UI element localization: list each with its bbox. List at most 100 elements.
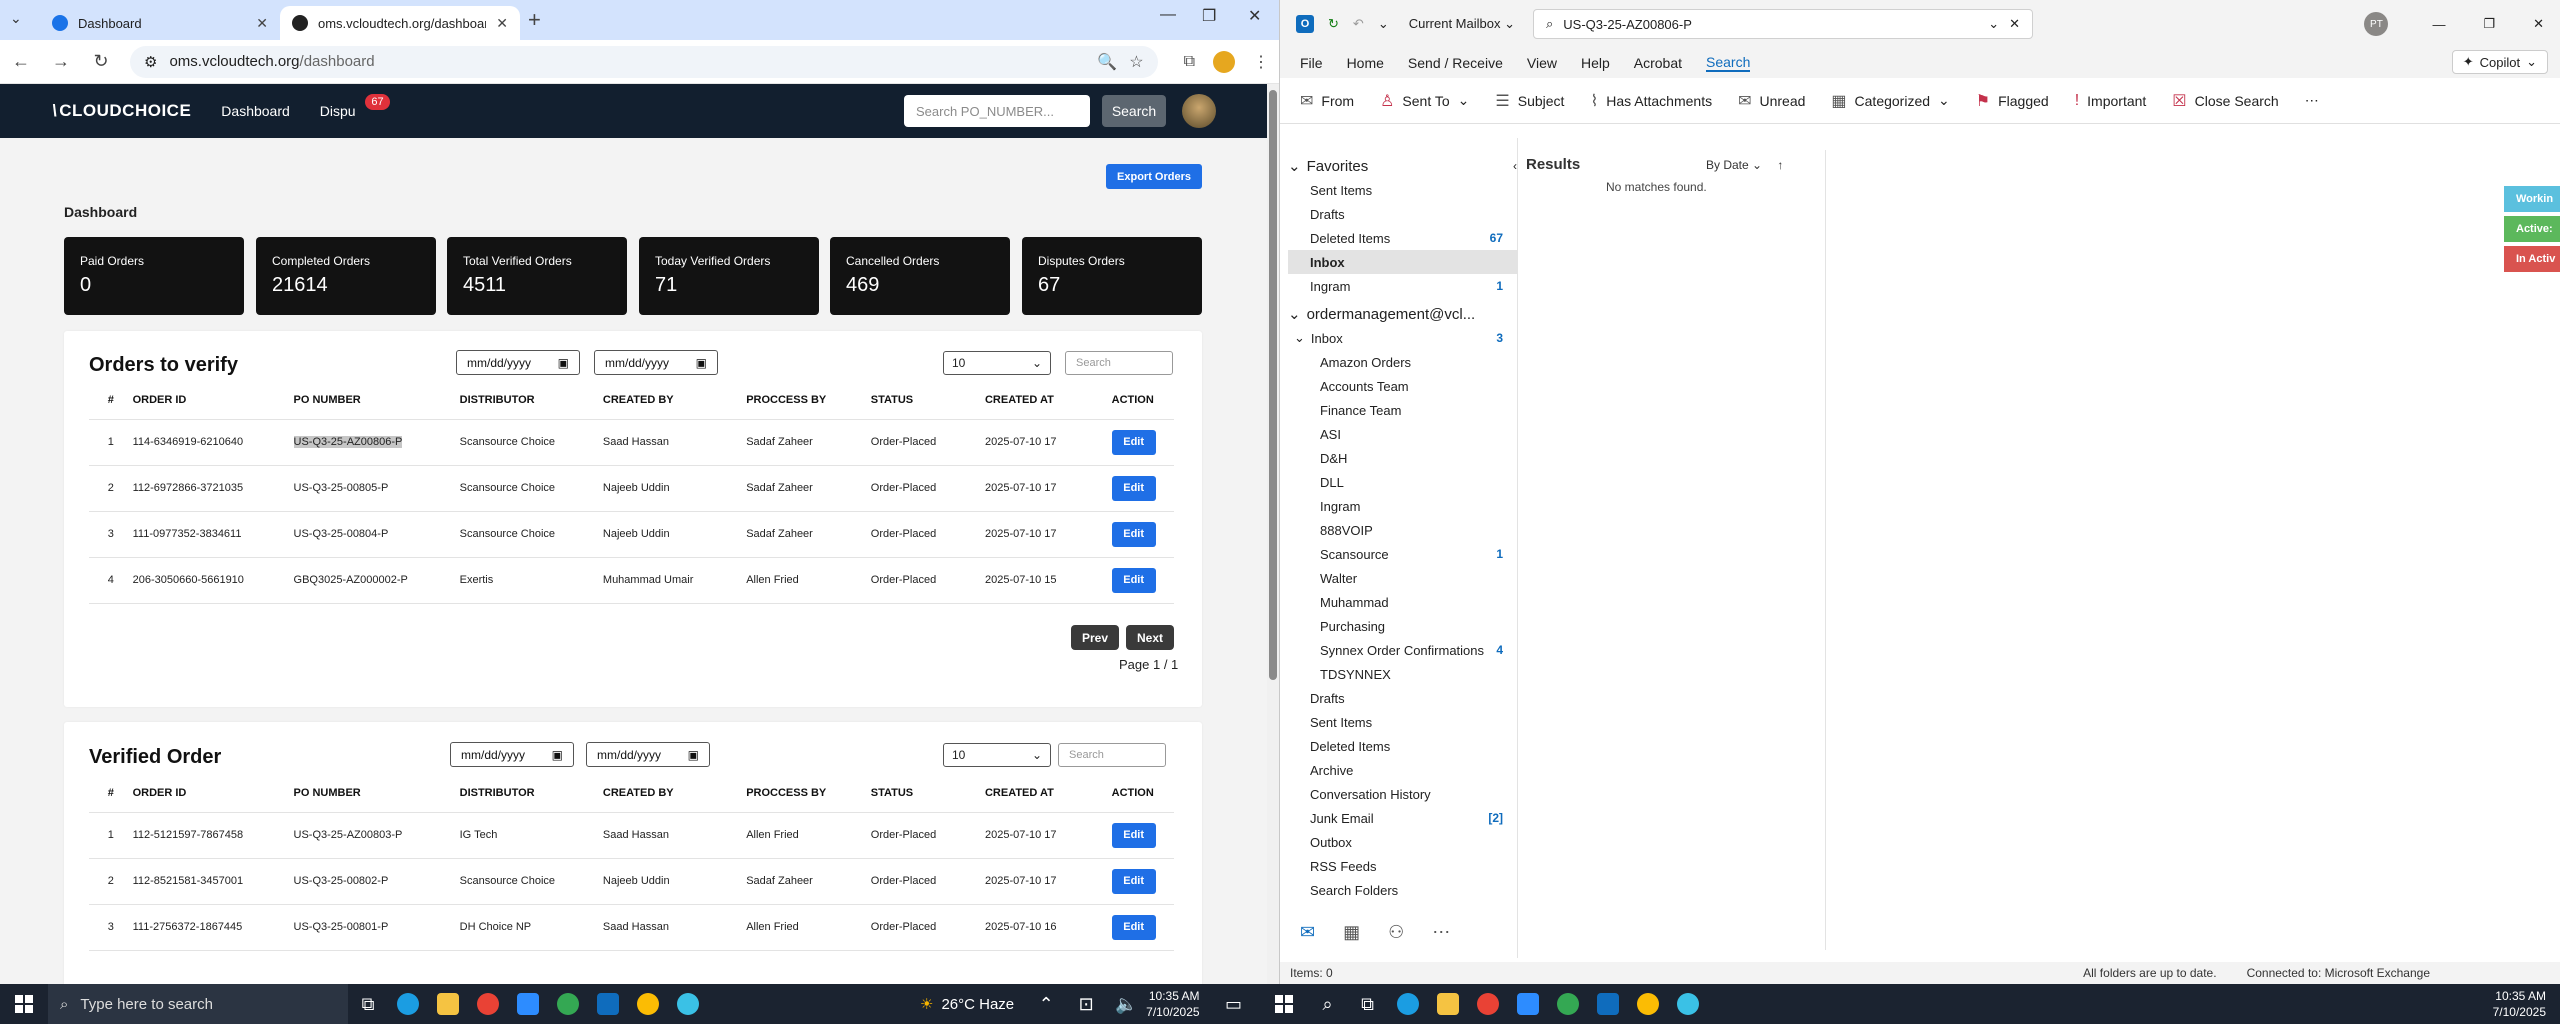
- edit-button[interactable]: Edit: [1111, 567, 1156, 593]
- ribbon-categorized-button[interactable]: ▦ Categorized ⌄: [1831, 91, 1949, 111]
- column-header[interactable]: PROCCESS BY: [746, 774, 871, 813]
- column-header[interactable]: PO NUMBER: [293, 774, 460, 813]
- weather-widget[interactable]: ☀ 26°C Haze: [908, 995, 1026, 1014]
- page-size-select[interactable]: 10 ⌄: [943, 351, 1051, 375]
- start-button[interactable]: [1260, 984, 1308, 1024]
- volume-icon[interactable]: 🔈: [1106, 984, 1146, 1024]
- folder-synnex-order-confirmations[interactable]: Synnex Order Confirmations 4: [1288, 638, 1517, 662]
- undo-icon[interactable]: ↶: [1353, 16, 1364, 32]
- edit-button[interactable]: Edit: [1111, 521, 1156, 547]
- edge-icon[interactable]: [388, 984, 428, 1024]
- chrome-icon[interactable]: [1628, 984, 1668, 1024]
- folder-ingram[interactable]: Ingram 1: [1288, 274, 1517, 298]
- export-orders-button[interactable]: Export Orders: [1106, 164, 1202, 189]
- zoom-icon[interactable]: [1508, 984, 1548, 1024]
- more-options-icon[interactable]: ⋯: [2305, 92, 2319, 109]
- taskbar-search-input[interactable]: ⌕ Type here to search: [48, 984, 348, 1024]
- menu-acrobat[interactable]: Acrobat: [1634, 55, 1682, 71]
- folder-inbox[interactable]: Inbox: [1288, 250, 1517, 274]
- start-button[interactable]: [0, 984, 48, 1024]
- forward-arrow-icon[interactable]: →: [50, 51, 72, 72]
- minimize-icon[interactable]: —: [1160, 6, 1176, 24]
- window-close-icon[interactable]: ✕: [2533, 16, 2544, 32]
- folder-purchasing[interactable]: Purchasing: [1288, 614, 1517, 638]
- people-icon[interactable]: ⚇: [1388, 922, 1404, 943]
- chrome-icon[interactable]: [1548, 984, 1588, 1024]
- taskbar-clock[interactable]: 10:35 AM 7/10/2025: [2493, 988, 2560, 1020]
- chrome-icon[interactable]: [468, 984, 508, 1024]
- to-date-input[interactable]: mm/dd/yyyy ▣: [594, 350, 718, 375]
- page-scrollbar[interactable]: [1267, 84, 1279, 984]
- folder-search-folders[interactable]: Search Folders: [1288, 878, 1517, 902]
- ribbon-sent-to-button[interactable]: ♙ Sent To ⌄: [1380, 91, 1469, 111]
- side-tag-inactive[interactable]: In Activ: [2504, 246, 2560, 272]
- close-icon[interactable]: ✕: [2009, 16, 2020, 32]
- from-date-input[interactable]: mm/dd/yyyy ▣: [456, 350, 580, 375]
- folder-drafts[interactable]: Drafts: [1288, 202, 1517, 226]
- tab-dashboard[interactable]: Dashboard ✕: [40, 6, 280, 40]
- column-header[interactable]: ACTION: [1111, 774, 1174, 813]
- folder-deleted-items[interactable]: Deleted Items 67: [1288, 226, 1517, 250]
- column-header[interactable]: CREATED AT: [984, 774, 1112, 813]
- scrollbar-thumb[interactable]: [1269, 90, 1277, 680]
- outlook-icon[interactable]: [588, 984, 628, 1024]
- more-apps-icon[interactable]: ⋯: [1432, 922, 1450, 943]
- folder-conversation-history[interactable]: Conversation History: [1288, 782, 1517, 806]
- file-explorer-icon[interactable]: [428, 984, 468, 1024]
- ribbon-subject-button[interactable]: ☰ Subject: [1495, 91, 1564, 111]
- column-header[interactable]: PO NUMBER: [293, 381, 460, 420]
- mail-search-input[interactable]: ⌕ US-Q3-25-AZ00806-P ⌄ ✕: [1533, 9, 2033, 39]
- folder-sent-items[interactable]: Sent Items: [1288, 178, 1517, 202]
- maximize-icon[interactable]: ❐: [1202, 6, 1216, 26]
- table-search-input[interactable]: Search: [1065, 351, 1173, 375]
- task-view-icon[interactable]: ⧉: [1348, 984, 1388, 1024]
- taskbar-clock[interactable]: 10:35 AM 7/10/2025: [1146, 988, 1213, 1020]
- profile-avatar[interactable]: [1213, 50, 1235, 73]
- copilot-button[interactable]: ✦ Copilot ⌄: [2451, 50, 2548, 74]
- user-avatar[interactable]: [1182, 94, 1216, 128]
- folder-muhammad[interactable]: Muhammad: [1288, 590, 1517, 614]
- folder-outbox[interactable]: Outbox: [1288, 830, 1517, 854]
- folder-deleted-items[interactable]: Deleted Items: [1288, 734, 1517, 758]
- folder-walter[interactable]: Walter: [1288, 566, 1517, 590]
- collapse-pane-icon[interactable]: ‹: [1513, 159, 1517, 173]
- menu-file[interactable]: File: [1300, 55, 1323, 71]
- tray-chevron-up-icon[interactable]: ⌃: [1026, 984, 1066, 1024]
- side-tag-active[interactable]: Active:: [2504, 216, 2560, 242]
- close-icon[interactable]: ✕: [256, 15, 268, 32]
- sort-by-date[interactable]: By Date ⌄ ↑: [1706, 158, 1783, 172]
- column-header[interactable]: PROCCESS BY: [746, 381, 871, 420]
- minimize-icon[interactable]: —: [2432, 17, 2445, 32]
- nav-dashboard-link[interactable]: Dashboard: [221, 103, 290, 119]
- nav-disputes-link[interactable]: Dispu 67: [320, 94, 390, 119]
- from-date-input[interactable]: mm/dd/yyyy ▣: [450, 742, 574, 767]
- edit-button[interactable]: Edit: [1111, 868, 1156, 894]
- menu-help[interactable]: Help: [1581, 55, 1610, 71]
- quick-access-chevron-icon[interactable]: ⌄: [1378, 16, 1389, 32]
- sort-arrow-up-icon[interactable]: ↑: [1777, 158, 1783, 172]
- folder-sent-items[interactable]: Sent Items: [1288, 710, 1517, 734]
- column-header[interactable]: #: [89, 774, 133, 813]
- extensions-icon[interactable]: ⧉: [1184, 53, 1195, 71]
- column-header[interactable]: STATUS: [870, 774, 985, 813]
- folder-junk-email[interactable]: Junk Email [2]: [1288, 806, 1517, 830]
- folder-tdsynnex[interactable]: TDSYNNEX: [1288, 662, 1517, 686]
- search-icon[interactable]: ⌕: [1308, 984, 1348, 1024]
- ribbon-important-button[interactable]: ! Important: [2075, 92, 2147, 110]
- column-header[interactable]: DISTRIBUTOR: [459, 381, 603, 420]
- address-bar[interactable]: ⚙ oms.vcloudtech.org/dashboard 🔍 ☆: [130, 45, 1158, 78]
- new-tab-plus-icon[interactable]: +: [528, 7, 541, 33]
- chrome-icon[interactable]: [1468, 984, 1508, 1024]
- notification-icon[interactable]: ▭: [1214, 984, 1254, 1024]
- folder-accounts-team[interactable]: Accounts Team: [1288, 374, 1517, 398]
- ribbon-close-search-button[interactable]: ☒ Close Search: [2172, 91, 2278, 111]
- calendar-icon[interactable]: ▦: [1343, 922, 1360, 943]
- column-header[interactable]: #: [89, 381, 133, 420]
- app-icon[interactable]: [668, 984, 708, 1024]
- ribbon-from-button[interactable]: ✉ From: [1300, 91, 1354, 111]
- folder-asi[interactable]: ASI: [1288, 422, 1517, 446]
- column-header[interactable]: ORDER ID: [132, 774, 294, 813]
- folder-archive[interactable]: Archive: [1288, 758, 1517, 782]
- to-date-input[interactable]: mm/dd/yyyy ▣: [586, 742, 710, 767]
- task-view-icon[interactable]: ⧉: [348, 984, 388, 1024]
